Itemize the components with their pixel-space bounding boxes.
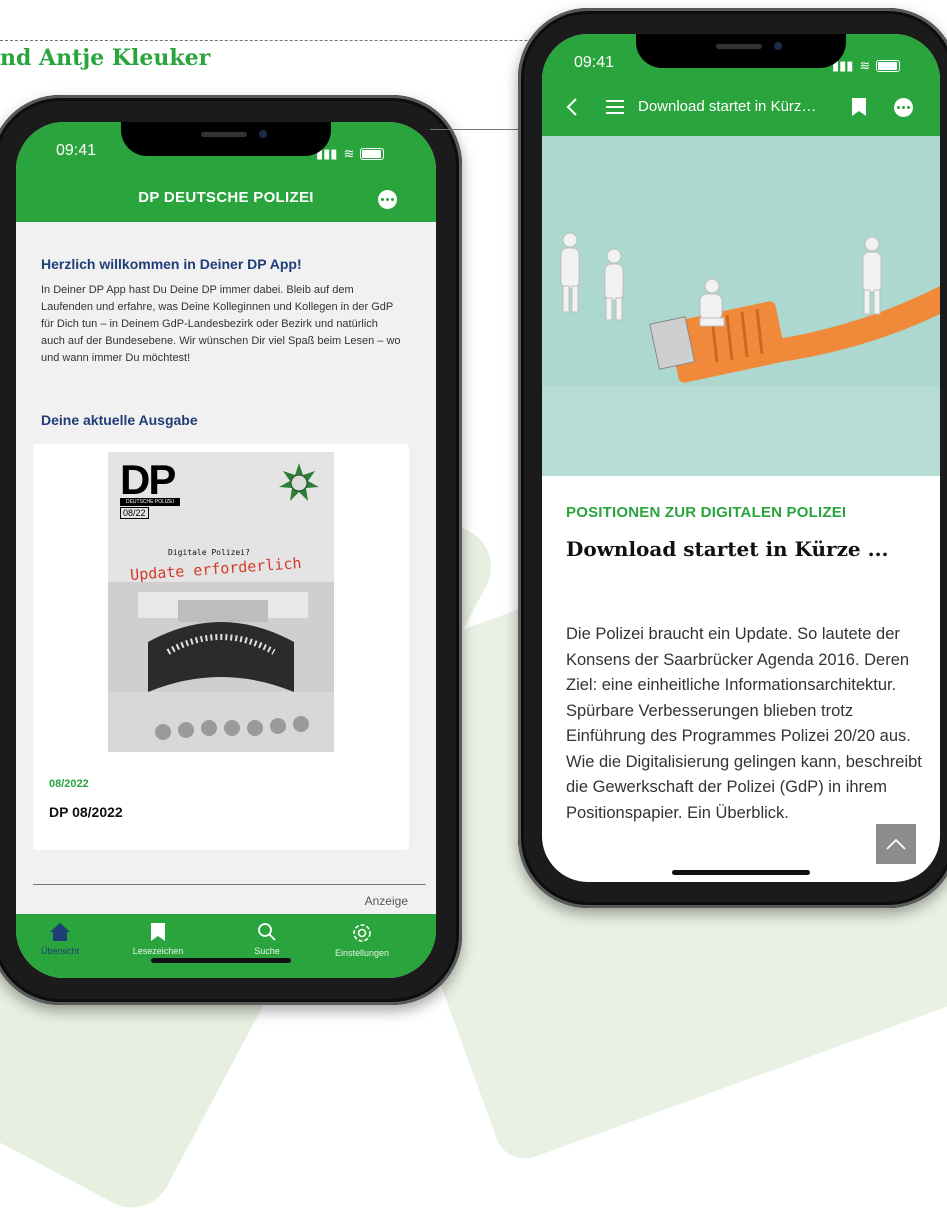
bookmark-icon[interactable] bbox=[851, 97, 867, 117]
issue-card[interactable]: DP DEUTSCHE POLIZEI 08/22 Digitale Poliz… bbox=[33, 444, 409, 850]
menu-icon[interactable] bbox=[606, 100, 624, 114]
article-body: Die Polizei braucht ein Update. So laute… bbox=[566, 625, 922, 822]
typewriter-illustration bbox=[108, 582, 334, 752]
left-phone-screen: 09:41 ▮▮▮ ≋ DP DEUTSCHE POLIZEI Herzlich… bbox=[16, 122, 436, 978]
page-title: DP DEUTSCHE POLIZEI bbox=[138, 189, 314, 206]
rule-line bbox=[430, 129, 530, 130]
ad-label: Anzeige bbox=[364, 894, 408, 908]
welcome-heading: Herzlich willkommen in Deiner DP App! bbox=[41, 256, 302, 272]
tab-label: Suche bbox=[254, 946, 280, 956]
home-indicator bbox=[672, 870, 810, 875]
author-credit: nd Antje Kleuker bbox=[0, 45, 211, 71]
tab-label: Übersicht bbox=[40, 946, 79, 956]
bookmark-icon bbox=[151, 923, 165, 941]
tab-settings[interactable]: Einstellungen bbox=[322, 922, 402, 958]
article-hero-image bbox=[542, 136, 940, 476]
cover-masthead-band: DEUTSCHE POLIZEI bbox=[120, 498, 180, 506]
article-kicker: POSITIONEN ZUR DIGITALEN POLIZEI bbox=[566, 504, 847, 521]
tab-overview[interactable]: Übersicht bbox=[20, 922, 100, 956]
wifi-icon: ≋ bbox=[859, 58, 871, 73]
cover-issue-number: 08/22 bbox=[120, 507, 149, 519]
home-indicator bbox=[151, 958, 291, 963]
divider bbox=[33, 884, 426, 885]
cover-subline: Digitale Polizei? bbox=[168, 548, 250, 557]
issue-name[interactable]: DP 08/2022 bbox=[49, 804, 123, 820]
battery-icon bbox=[360, 148, 385, 160]
left-phone: 09:41 ▮▮▮ ≋ DP DEUTSCHE POLIZEI Herzlich… bbox=[0, 95, 462, 1005]
right-phone-screen: 09:41 ▮▮▮ ≋ Download startet in Kürz… PO… bbox=[542, 34, 940, 882]
home-icon bbox=[50, 923, 70, 941]
issue-cover-image[interactable]: DP DEUTSCHE POLIZEI 08/22 Digitale Poliz… bbox=[108, 452, 334, 752]
gear-icon bbox=[353, 924, 371, 942]
tab-search[interactable]: Suche bbox=[227, 922, 307, 956]
current-issue-heading: Deine aktuelle Ausgabe bbox=[41, 412, 198, 428]
welcome-text: In Deiner DP App hast Du Deine DP immer … bbox=[41, 284, 401, 364]
status-time: 09:41 bbox=[574, 54, 615, 71]
status-time: 09:41 bbox=[56, 142, 97, 159]
phone-notch bbox=[636, 34, 846, 68]
phone-notch bbox=[121, 122, 331, 156]
police-star-logo-icon bbox=[279, 463, 319, 501]
chevron-up-icon bbox=[886, 838, 906, 850]
more-options-icon[interactable] bbox=[894, 98, 913, 117]
battery-icon bbox=[876, 60, 901, 72]
wifi-icon: ≋ bbox=[343, 146, 355, 161]
cover-masthead: DP bbox=[120, 456, 176, 503]
article-header-title: Download startet in Kürz… bbox=[638, 98, 817, 115]
cover-headline: Update erforderlich bbox=[129, 554, 303, 584]
tab-label: Einstellungen bbox=[334, 948, 390, 958]
scroll-to-top-button[interactable] bbox=[876, 824, 916, 864]
right-phone: 09:41 ▮▮▮ ≋ Download startet in Kürz… PO… bbox=[518, 8, 947, 908]
more-options-icon[interactable] bbox=[378, 190, 397, 209]
back-chevron-icon[interactable] bbox=[566, 98, 578, 116]
status-icons: ▮▮▮ ≋ bbox=[832, 58, 901, 74]
article-title: Download startet in Kürze ... bbox=[566, 537, 889, 561]
tab-label: Lesezeichen bbox=[132, 946, 184, 956]
issue-date: 08/2022 bbox=[49, 778, 89, 790]
tab-bar: Übersicht Lesezeichen Suche Einstellunge… bbox=[16, 914, 436, 978]
search-icon bbox=[258, 923, 276, 941]
tab-bookmarks[interactable]: Lesezeichen bbox=[118, 922, 198, 956]
status-icons: ▮▮▮ ≋ bbox=[316, 146, 385, 162]
